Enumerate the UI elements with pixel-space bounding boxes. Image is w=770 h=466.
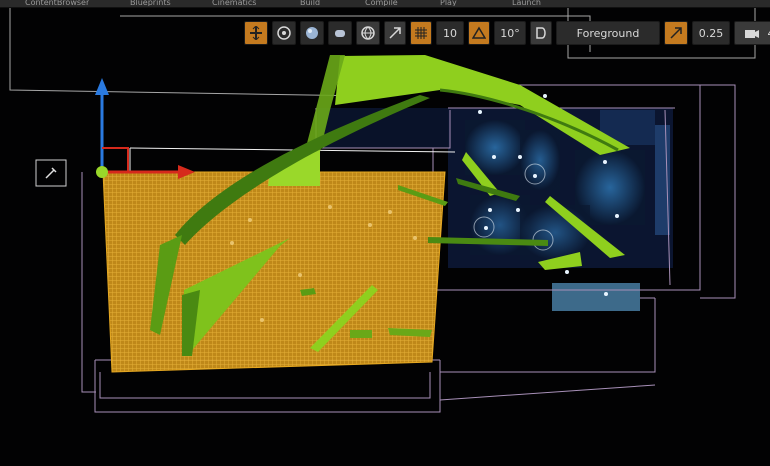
camera-speed-button[interactable]: 4 bbox=[734, 21, 770, 45]
rotation-snap-icon bbox=[472, 26, 486, 39]
scale-snap-icon bbox=[670, 27, 682, 39]
launch-tab[interactable]: Launch bbox=[512, 0, 541, 6]
scale-snap-value[interactable]: 0.25 bbox=[692, 21, 730, 45]
surface-snap-icon bbox=[389, 27, 401, 39]
select-mode-button[interactable] bbox=[244, 21, 268, 45]
translate-button[interactable] bbox=[272, 21, 296, 45]
layer-icon bbox=[536, 27, 546, 39]
grid-snap-value[interactable]: 10 bbox=[436, 21, 464, 45]
compile-tab[interactable]: Compile bbox=[365, 0, 398, 6]
rotation-snap-button[interactable] bbox=[468, 21, 490, 45]
actor-sprite-icon[interactable] bbox=[35, 159, 67, 187]
scale-button[interactable] bbox=[328, 21, 352, 45]
layer-dropdown[interactable]: Foreground bbox=[556, 21, 660, 45]
viewport-toolbar: 10 10° Foreground 0.25 4 bbox=[244, 20, 770, 46]
world-local-icon bbox=[361, 26, 375, 40]
scale-icon bbox=[335, 30, 345, 37]
blueprints-tab[interactable]: Blueprints bbox=[130, 0, 171, 6]
scale-snap-button[interactable] bbox=[664, 21, 688, 45]
editor-toolbar-strip: ContentBrowser Blueprints Cinematics Bui… bbox=[0, 0, 770, 8]
cinematics-tab[interactable]: Cinematics bbox=[212, 0, 256, 6]
level-viewport[interactable]: ContentBrowser Blueprints Cinematics Bui… bbox=[0, 0, 770, 466]
scene-canvas[interactable] bbox=[0, 0, 770, 466]
world-local-toggle[interactable] bbox=[356, 21, 380, 45]
play-tab[interactable]: Play bbox=[440, 0, 457, 6]
grid-snap-icon bbox=[415, 27, 427, 39]
mesh-wall[interactable] bbox=[103, 172, 445, 372]
translate-icon bbox=[277, 26, 291, 40]
rotation-snap-value[interactable]: 10° bbox=[494, 21, 526, 45]
select-mode-icon bbox=[250, 26, 262, 40]
build-tab[interactable]: Build bbox=[300, 0, 320, 6]
content-browser-tab[interactable]: ContentBrowser bbox=[25, 0, 89, 6]
camera-speed-icon bbox=[744, 30, 759, 38]
rotate-button[interactable] bbox=[300, 21, 324, 45]
layer-button[interactable] bbox=[530, 21, 552, 45]
rotate-icon bbox=[306, 27, 318, 39]
surface-snap-button[interactable] bbox=[384, 21, 406, 45]
grid-snap-button[interactable] bbox=[410, 21, 432, 45]
